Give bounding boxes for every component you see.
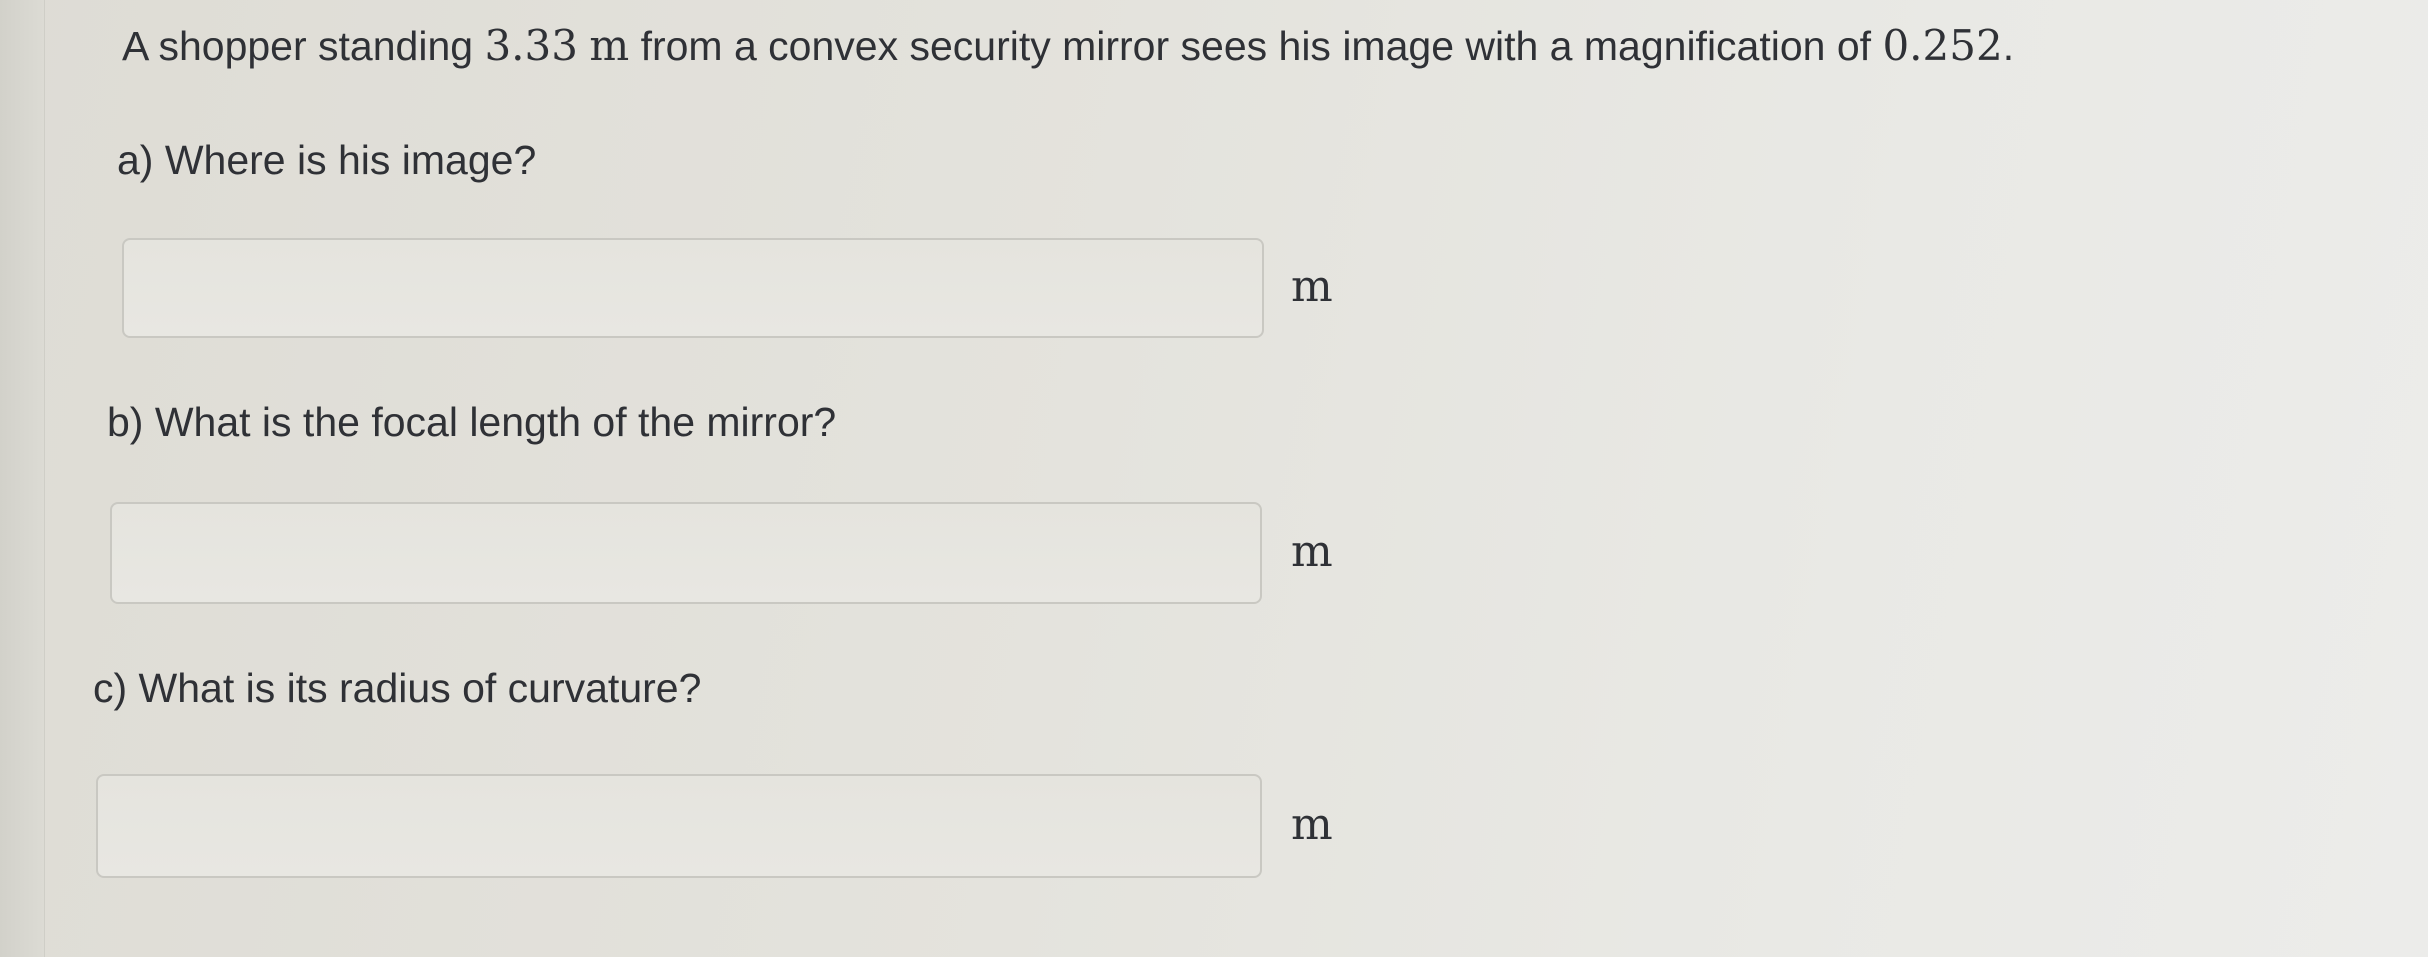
part-a-answer-input[interactable] <box>122 238 1264 338</box>
part-c-unit: m <box>1291 799 1333 850</box>
part-c-answer-input[interactable] <box>96 774 1262 878</box>
part-a-question: a) Where is his image? <box>117 137 537 183</box>
problem-statement: A shopper standing 3.33 m from a convex … <box>122 18 2014 74</box>
part-c-question: c) What is its radius of curvature? <box>93 665 702 711</box>
magnification-value: 0.252 <box>1882 21 2003 70</box>
part-b-unit: m <box>1291 526 1333 577</box>
part-a-unit: m <box>1291 261 1333 312</box>
page-left-edge <box>0 0 45 957</box>
part-b-question: b) What is the focal length of the mirro… <box>107 399 837 445</box>
problem-text-middle: from a convex security mirror sees his i… <box>629 23 1883 69</box>
distance-unit: m <box>589 21 630 70</box>
problem-end-punctuation: . <box>2002 23 2015 69</box>
part-b-answer-input[interactable] <box>110 502 1262 604</box>
problem-text-start: A shopper standing <box>122 23 485 69</box>
distance-value: 3.33 <box>484 21 578 70</box>
